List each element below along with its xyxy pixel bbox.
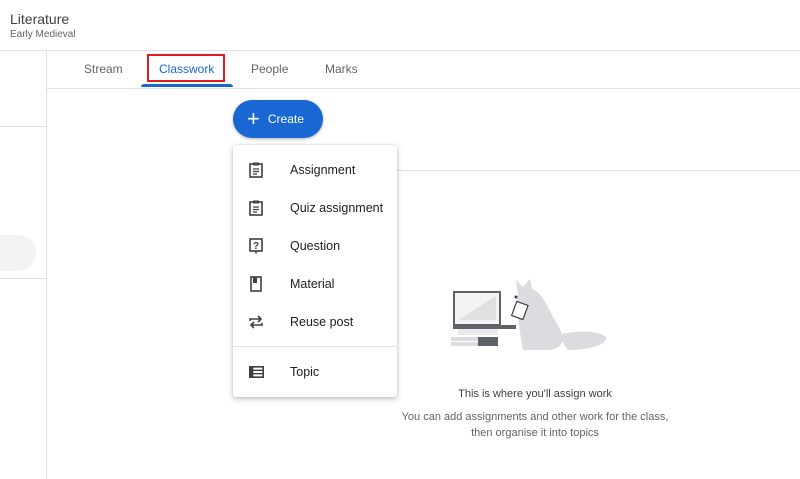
create-label: Create — [267, 112, 304, 126]
sidebar-item[interactable] — [0, 235, 36, 271]
menu-item-label: Quiz assignment — [290, 201, 384, 215]
menu-item-label: Question — [290, 239, 341, 253]
topic-icon — [248, 364, 264, 380]
content-divider — [397, 170, 800, 171]
tabs-divider — [46, 88, 800, 89]
menu-item-label: Topic — [290, 365, 320, 379]
tab-marks[interactable]: Marks — [325, 62, 358, 76]
menu-item-label: Material — [290, 277, 335, 291]
sidebar-line — [0, 278, 46, 279]
class-subtitle: Early Medieval — [10, 29, 76, 40]
question-icon: ? — [248, 238, 264, 254]
menu-item-quiz-assignment[interactable]: Quiz assignment — [233, 190, 397, 226]
menu-divider — [233, 346, 397, 347]
empty-state-description: You can add assignments and other work f… — [401, 411, 669, 439]
quiz-assignment-icon — [248, 200, 264, 216]
create-menu: Assignment Quiz assignment ? Question Ma… — [233, 145, 397, 397]
menu-item-question[interactable]: ? Question — [233, 228, 397, 264]
menu-item-reuse-post[interactable]: Reuse post — [233, 304, 397, 340]
tab-people[interactable]: People — [251, 62, 288, 76]
create-button[interactable]: + Create — [233, 100, 323, 138]
empty-state-title: This is where you'll assign work — [458, 388, 612, 400]
tab-stream[interactable]: Stream — [84, 62, 123, 76]
plus-icon: + — [247, 106, 260, 131]
menu-item-assignment[interactable]: Assignment — [233, 152, 397, 188]
active-tab-indicator — [141, 84, 233, 87]
menu-item-label: Reuse post — [290, 315, 354, 329]
reuse-icon — [248, 314, 264, 330]
empty-state-illustration — [451, 279, 607, 350]
menu-item-label: Assignment — [290, 163, 356, 177]
svg-text:?: ? — [253, 241, 259, 252]
material-icon — [248, 276, 264, 292]
class-title: Literature — [10, 11, 70, 27]
header-divider — [0, 50, 800, 51]
highlight-box — [147, 54, 225, 82]
sidebar-line — [0, 126, 46, 127]
menu-item-material[interactable]: Material — [233, 266, 397, 302]
menu-item-topic[interactable]: Topic — [233, 354, 397, 390]
sidebar-divider — [46, 50, 47, 479]
assignment-icon — [248, 162, 264, 178]
